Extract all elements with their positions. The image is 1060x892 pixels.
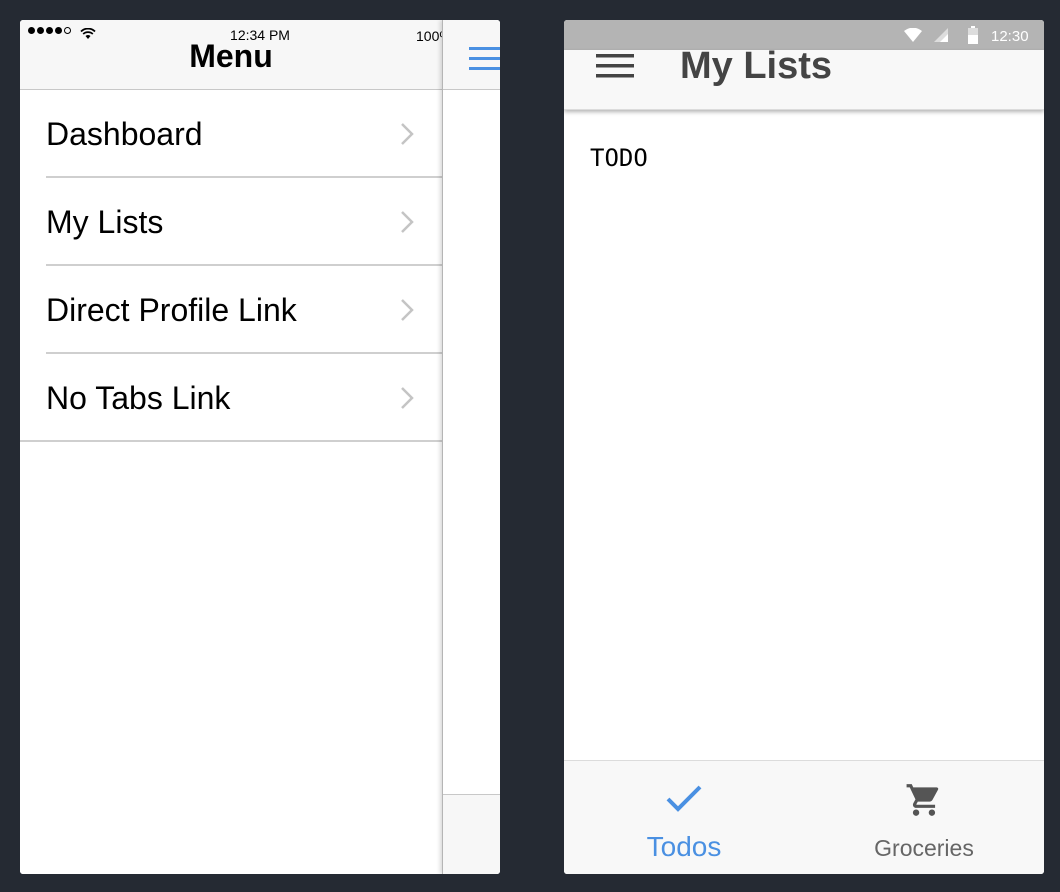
menu-item-label: Dashboard	[46, 116, 203, 152]
ios-phone-screen: Menu 12:34 PM 100% Dashboard My Lists Di…	[20, 20, 500, 874]
android-content: TODO	[564, 114, 1044, 760]
menu-item-no-tabs-link[interactable]: No Tabs Link	[20, 354, 442, 442]
tab-label: Groceries	[874, 835, 974, 861]
menu-item-dashboard[interactable]: Dashboard	[20, 90, 442, 178]
peek-tab-bar	[443, 794, 500, 874]
divider	[20, 440, 442, 442]
peek-nav-bar	[443, 20, 500, 90]
menu-item-label: Direct Profile Link	[46, 292, 297, 328]
chevron-right-icon	[401, 387, 414, 409]
chevron-right-icon	[401, 211, 414, 233]
cart-icon	[906, 784, 939, 816]
tab-todos[interactable]: Todos	[564, 761, 804, 874]
ios-menu-list: Dashboard My Lists Direct Profile Link N…	[20, 90, 442, 874]
wifi-icon	[904, 28, 922, 42]
cell-signal-icon	[934, 28, 948, 42]
menu-item-label: My Lists	[46, 204, 164, 240]
menu-item-direct-profile-link[interactable]: Direct Profile Link	[20, 266, 442, 354]
menu-item-label: No Tabs Link	[46, 380, 231, 416]
chevron-right-icon	[401, 299, 414, 321]
battery-icon	[968, 26, 978, 44]
menu-item-my-lists[interactable]: My Lists	[20, 178, 442, 266]
tab-label: Todos	[646, 831, 722, 862]
android-toolbar: My Lists	[564, 45, 1044, 110]
menu-icon[interactable]	[596, 54, 634, 78]
check-icon	[666, 785, 702, 812]
tab-groceries[interactable]: Groceries	[804, 761, 1044, 874]
android-status-time: 12:30	[991, 28, 1029, 45]
content-text: TODO	[590, 144, 648, 172]
main-content-peek[interactable]	[442, 20, 500, 874]
page-title: My Lists	[680, 45, 833, 87]
menu-icon[interactable]	[469, 47, 500, 71]
android-tab-bar: Todos Groceries	[564, 760, 1044, 874]
android-phone-screen: 12:30 My Lists TODO Todos Groceries	[564, 20, 1044, 874]
chevron-right-icon	[401, 123, 414, 145]
ios-status-bar: 12:34 PM 100%	[20, 20, 500, 44]
